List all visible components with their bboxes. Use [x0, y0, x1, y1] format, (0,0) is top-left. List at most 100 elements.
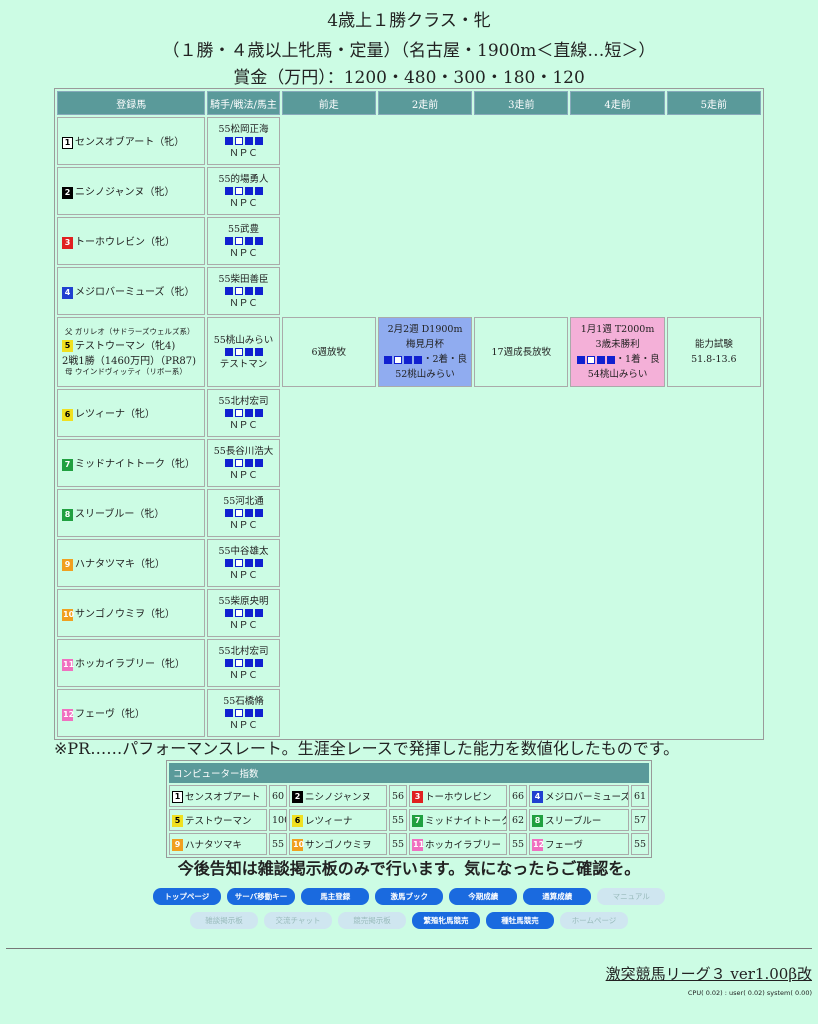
strategy-icon [244, 559, 253, 567]
strategy-icons [576, 354, 616, 365]
nav-button[interactable]: 通算成績 [523, 888, 592, 905]
jockey-name[interactable]: 55長谷川浩大 [208, 445, 278, 458]
ci-horse[interactable]: 7 ミッドナイトトーク [409, 809, 507, 831]
jockey-name[interactable]: 55中谷雄太 [208, 545, 278, 558]
strategy-icon [254, 559, 263, 567]
horse-name[interactable]: 10サンゴノウミヲ（牝） [62, 608, 175, 621]
owner-name[interactable]: ＮＰＣ [208, 419, 278, 432]
horse-name[interactable]: 8 スリーブルー（牝） [62, 508, 164, 521]
horse-name[interactable]: 4 メジロバーミューズ（牝） [62, 286, 195, 299]
nav-button[interactable]: 交流チャット [264, 912, 332, 929]
strategy-icon [234, 559, 243, 567]
horse-name[interactable]: 12フェーヴ（牝） [62, 708, 145, 721]
nav-button[interactable]: マニュアル [597, 888, 666, 905]
ci-horse[interactable]: 2 ニシノジャンヌ [289, 785, 387, 807]
nav-button[interactable]: サーバ移動キー [226, 888, 296, 905]
nav-button[interactable]: 今期成績 [449, 888, 518, 905]
horse-name[interactable]: 1 センスオブアート（牝） [62, 136, 184, 149]
race-prev4[interactable]: 1月1週 T2000m 3歳未勝利 ・1着・良 54桃山みらい [570, 317, 665, 387]
horse-name[interactable]: 6 レツィーナ（牝） [62, 408, 155, 421]
owner-name[interactable]: ＮＰＣ [208, 669, 278, 682]
owner-name[interactable]: ＮＰＣ [208, 247, 278, 260]
race-empty [474, 539, 568, 587]
race-empty [378, 167, 472, 215]
race-prev2[interactable]: 2月2週 D1900m 梅見月杯 ・2着・良 52桃山みらい [377, 317, 473, 387]
race-line: 3歳未勝利 [595, 339, 640, 350]
race-empty [474, 689, 568, 737]
horse-name[interactable]: 9 ハナタツマキ（牝） [62, 558, 165, 571]
jockey-name[interactable]: 55的場勇人 [208, 173, 278, 186]
horse-cell: 1 センスオブアート（牝） [57, 117, 206, 165]
horse-name[interactable]: 3 トーホウレビン（牝） [62, 236, 175, 249]
column-header: 2走前 [377, 91, 473, 115]
ci-horse[interactable]: 6 レツィーナ [289, 809, 387, 831]
ci-horse[interactable]: 9 ハナタツマキ [169, 833, 267, 855]
jockey-name[interactable]: 55石橋脩 [208, 695, 278, 708]
race-line: 梅見月杯 [406, 339, 445, 350]
ci-horse[interactable]: 4 メジロバーミューズ [529, 785, 629, 807]
race-result: ・2着・良 [379, 352, 471, 367]
jockey-cell: 55長谷川浩大 ＮＰＣ [207, 439, 280, 487]
jockey-cell: 55的場勇人 ＮＰＣ [207, 167, 280, 215]
horse-name[interactable]: 7 ミッドナイトトーク（牝） [62, 458, 195, 471]
strategy-icon [224, 187, 233, 195]
owner-name[interactable]: ＮＰＣ [208, 519, 278, 532]
race-title: 4歳上１勝クラス・牝 [327, 11, 491, 31]
owner-name[interactable]: ＮＰＣ [208, 147, 278, 160]
strategy-icon [224, 137, 233, 145]
jockey-name[interactable]: 55桃山みらい [208, 334, 278, 347]
horse-cell: 3 トーホウレビン（牝） [57, 217, 206, 265]
footer-title[interactable]: 激突競馬リーグ３ ver1.00β改 [606, 963, 812, 984]
jockey-name[interactable]: 55柴原央明 [208, 595, 278, 608]
horse-name[interactable]: 5 テストウーマン（牝4) [62, 337, 204, 353]
horse-name[interactable]: 2 ニシノジャンヌ（牝） [62, 186, 175, 199]
column-header: 前走 [281, 91, 376, 115]
owner-name[interactable]: ＮＰＣ [208, 297, 278, 310]
post-number-badge: 6 [62, 408, 73, 421]
strategy-icon [244, 187, 253, 195]
jockey-name[interactable]: 55柴田善臣 [208, 273, 278, 286]
ci-horse[interactable]: 8 スリーブルー [529, 809, 629, 831]
ci-value: 55 [269, 833, 287, 855]
nav-button[interactable]: 種牡馬競売 [486, 912, 554, 929]
ci-value: 62 [509, 809, 527, 831]
ci-horse[interactable]: 5 テストウーマン [169, 809, 267, 831]
owner-name[interactable]: ＮＰＣ [208, 719, 278, 732]
jockey-name[interactable]: 55松岡正海 [208, 123, 278, 136]
owner-name[interactable]: テストマン [208, 358, 278, 371]
post-number-badge: 10 [292, 839, 305, 852]
ci-horse[interactable]: 12フェーヴ [529, 833, 629, 855]
owner-name[interactable]: ＮＰＣ [208, 619, 278, 632]
nav-button[interactable]: 激馬ブック [375, 888, 444, 905]
owner-name[interactable]: ＮＰＣ [208, 469, 278, 482]
featured-horse-cell: 父 ガリレオ（サドラーズウェルズ系） 5 テストウーマン（牝4) 2戦1勝（1460万… [57, 317, 206, 387]
jockey-name[interactable]: 55北村宏司 [208, 645, 278, 658]
nav-button[interactable]: 繁殖牝馬競売 [412, 912, 480, 929]
column-header: 登録馬 [57, 91, 206, 115]
nav-button[interactable]: ホームページ [560, 912, 628, 929]
jockey-name[interactable]: 55河北通 [208, 495, 278, 508]
horse-name[interactable]: 11ホッカイラブリー（牝） [62, 658, 185, 671]
nav-button[interactable]: 競売掲示板 [338, 912, 406, 929]
ci-horse[interactable]: 11ホッカイラブリー [409, 833, 507, 855]
horse-cell: 6 レツィーナ（牝） [57, 389, 206, 437]
owner-name[interactable]: ＮＰＣ [208, 569, 278, 582]
nav-button[interactable]: 雑談掲示板 [190, 912, 258, 929]
jockey-cell: 55松岡正海 ＮＰＣ [207, 117, 280, 165]
jockey-name[interactable]: 55武豊 [208, 223, 278, 236]
ci-horse[interactable]: 3 トーホウレビン [409, 785, 507, 807]
strategy-icon [234, 509, 243, 517]
strategy-icon [254, 237, 263, 245]
horse-cell: 12フェーヴ（牝） [57, 689, 206, 737]
nav-button[interactable]: 馬主登録 [301, 888, 370, 905]
post-number-badge: 9 [62, 558, 73, 571]
race-empty [570, 639, 664, 687]
ci-value: 61 [631, 785, 650, 807]
ci-horse[interactable]: 10サンゴノウミヲ [289, 833, 387, 855]
owner-name[interactable]: ＮＰＣ [208, 197, 278, 210]
nav-button[interactable]: トップページ [152, 888, 221, 905]
ci-horse[interactable]: 1 センスオブアート [169, 785, 267, 807]
race-empty [378, 217, 472, 265]
jockey-name[interactable]: 55北村宏司 [208, 395, 278, 408]
race-result: ・1着・良 [571, 352, 663, 367]
